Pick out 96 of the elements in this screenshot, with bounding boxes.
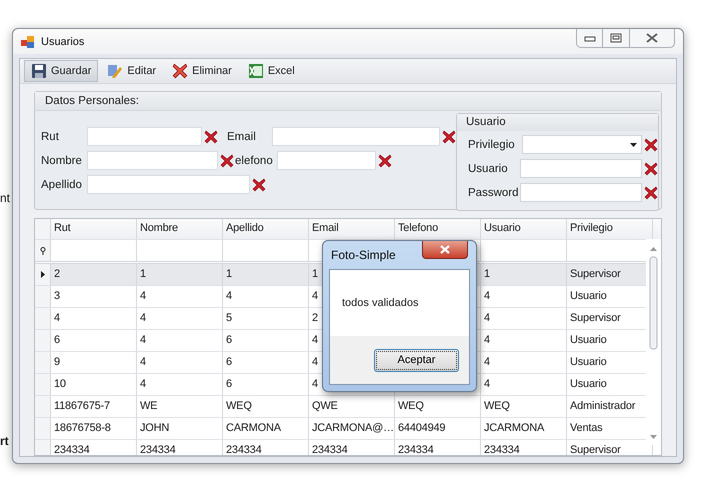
table-cell: 234334 bbox=[137, 440, 223, 455]
table-cell: CARMONA bbox=[223, 418, 309, 439]
column-header[interactable]: Rut bbox=[51, 219, 137, 239]
table-cell: 10 bbox=[51, 374, 137, 395]
text-field[interactable] bbox=[272, 127, 440, 146]
table-cell: JOHN bbox=[137, 418, 223, 439]
field-label: Rut bbox=[41, 130, 60, 142]
table-cell: 18676758-8 bbox=[51, 418, 137, 439]
table-cell: 4 bbox=[481, 374, 567, 395]
error-icon bbox=[644, 138, 658, 152]
toolbar-button[interactable]: Eliminar bbox=[165, 60, 239, 82]
text-field[interactable] bbox=[87, 151, 218, 170]
table-cell: 234334 bbox=[223, 440, 309, 455]
table-cell: 4 bbox=[481, 352, 567, 373]
field-label: Nombre bbox=[41, 154, 83, 166]
dialog-title: Foto-Simple bbox=[330, 248, 396, 262]
table-cell: 4 bbox=[481, 308, 567, 329]
table-cell: WEQ bbox=[395, 396, 481, 417]
spreadsheet-icon bbox=[248, 63, 264, 79]
table-cell: 4 bbox=[137, 308, 223, 329]
table-cell: JCARMONA bbox=[481, 418, 567, 439]
error-icon bbox=[204, 130, 218, 144]
toolbar-button[interactable]: Excel bbox=[240, 60, 302, 82]
field-label: Apellido bbox=[41, 178, 83, 190]
table-cell: 5 bbox=[223, 308, 309, 329]
table-cell: 11867675-7 bbox=[51, 396, 137, 417]
table-cell: 234334 bbox=[51, 440, 137, 455]
table-cell: 4 bbox=[137, 374, 223, 395]
text-field[interactable] bbox=[520, 183, 642, 202]
table-cell: 4 bbox=[137, 286, 223, 307]
table-cell: 4 bbox=[51, 308, 137, 329]
table-cell: WEQ bbox=[223, 396, 309, 417]
toolbar-button[interactable]: Guardar bbox=[24, 60, 98, 82]
maximize-button[interactable] bbox=[603, 29, 630, 48]
close-button[interactable] bbox=[630, 29, 675, 48]
table-cell: 234334 bbox=[481, 440, 567, 455]
table-cell: WE bbox=[137, 396, 223, 417]
error-icon bbox=[252, 178, 266, 192]
table-cell: 1 bbox=[223, 264, 309, 285]
table-cell: 9 bbox=[51, 352, 137, 373]
table-cell: WEQ bbox=[481, 396, 567, 417]
text-field[interactable] bbox=[520, 159, 642, 178]
column-header[interactable]: Email bbox=[309, 219, 395, 239]
table-cell: QWE bbox=[309, 396, 395, 417]
close-icon bbox=[440, 245, 450, 254]
caret-icon bbox=[630, 142, 637, 146]
minimize-button[interactable] bbox=[576, 29, 603, 48]
column-header[interactable]: Nombre bbox=[137, 219, 223, 239]
column-header[interactable]: Apellido bbox=[223, 219, 309, 239]
error-icon bbox=[442, 130, 456, 144]
table-cell: 1 bbox=[481, 264, 567, 285]
app-icon bbox=[21, 34, 35, 48]
group-title: Datos Personales: bbox=[35, 92, 661, 111]
error-icon bbox=[378, 154, 392, 168]
table-cell: 4 bbox=[137, 352, 223, 373]
toolbar-button[interactable]: Editar bbox=[100, 60, 164, 82]
table-cell: 1 bbox=[137, 264, 223, 285]
field-label: Email bbox=[227, 130, 257, 142]
table-cell: 4 bbox=[481, 286, 567, 307]
text-field[interactable] bbox=[87, 175, 250, 194]
field-label: elefono bbox=[235, 154, 274, 166]
table-cell: 6 bbox=[223, 352, 309, 373]
error-icon bbox=[644, 186, 658, 200]
table-cell: 6 bbox=[51, 330, 137, 351]
cross-icon bbox=[172, 63, 188, 79]
minimize-icon bbox=[584, 34, 596, 42]
table-cell: 6 bbox=[223, 330, 309, 351]
text-field[interactable] bbox=[277, 151, 376, 170]
background-text: nt bbox=[0, 191, 10, 205]
table-cell: 234334 bbox=[395, 440, 481, 455]
error-icon bbox=[644, 162, 658, 176]
table-cell: 4 bbox=[481, 330, 567, 351]
column-header[interactable]: Usuario bbox=[481, 219, 567, 239]
error-icon bbox=[220, 154, 234, 168]
field-label: Password bbox=[468, 186, 520, 198]
field-label: Usuario bbox=[468, 162, 509, 174]
column-header[interactable]: Telefono bbox=[395, 219, 481, 239]
table-cell: JCARMONA@… bbox=[309, 418, 395, 439]
dropdown-field[interactable] bbox=[522, 135, 642, 154]
table-cell: 3 bbox=[51, 286, 137, 307]
window-title: Usuarios bbox=[41, 36, 84, 48]
background-text: rt bbox=[0, 434, 9, 448]
table-cell: 2 bbox=[51, 264, 137, 285]
table-cell: 4 bbox=[223, 286, 309, 307]
text-field[interactable] bbox=[87, 127, 202, 146]
close-button[interactable] bbox=[422, 241, 468, 259]
maximize-icon bbox=[610, 33, 622, 43]
table-cell: 64404949 bbox=[395, 418, 481, 439]
field-label: Privilegio bbox=[468, 138, 516, 150]
table-cell: 6 bbox=[223, 374, 309, 395]
table-cell: 234334 bbox=[309, 440, 395, 455]
close-icon bbox=[646, 33, 658, 43]
pencil-icon bbox=[107, 63, 124, 79]
group-title: Usuario bbox=[457, 114, 658, 131]
accept-button[interactable]: Aceptar bbox=[374, 348, 459, 372]
table-cell: 4 bbox=[137, 330, 223, 351]
